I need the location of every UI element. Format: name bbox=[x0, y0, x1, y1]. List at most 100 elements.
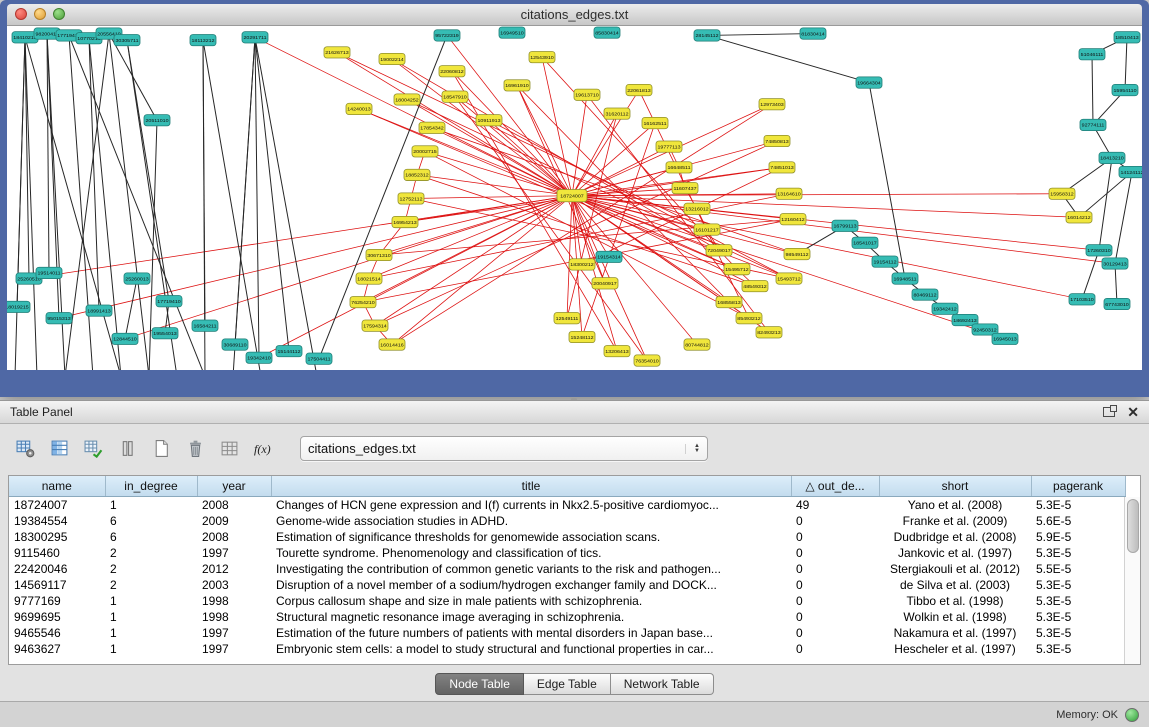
graph-edge[interactable] bbox=[1079, 172, 1132, 217]
graph-edge[interactable] bbox=[319, 35, 447, 358]
column-header-title[interactable]: title bbox=[271, 476, 791, 497]
graph-node[interactable]: 18021514 bbox=[356, 273, 382, 284]
row-height-button[interactable] bbox=[114, 436, 141, 461]
graph-node[interactable]: 80469112 bbox=[912, 289, 938, 300]
graph-node[interactable]: 16949510 bbox=[499, 27, 525, 38]
graph-node[interactable]: 17719410 bbox=[156, 296, 182, 307]
graph-edge[interactable] bbox=[432, 128, 797, 254]
graph-node[interactable]: 95015313 bbox=[46, 313, 72, 324]
graph-edge[interactable] bbox=[125, 279, 137, 339]
graph-edge[interactable] bbox=[572, 196, 617, 352]
graph-edge[interactable] bbox=[1092, 54, 1093, 125]
tab-node-table[interactable]: Node Table bbox=[435, 673, 524, 695]
table-vertical-scrollbar[interactable] bbox=[1124, 497, 1140, 664]
table-row[interactable]: 2242004622012Investigating the contribut… bbox=[9, 561, 1125, 577]
graph-edge[interactable] bbox=[359, 109, 572, 196]
select-columns-button[interactable] bbox=[46, 436, 73, 461]
close-panel-icon[interactable]: ✕ bbox=[1127, 405, 1139, 419]
graph-node[interactable]: 67743010 bbox=[1104, 298, 1130, 309]
graph-node[interactable]: 18413210 bbox=[1099, 152, 1125, 163]
graph-node[interactable]: 16014416 bbox=[379, 339, 405, 350]
graph-node[interactable]: 14240013 bbox=[346, 103, 372, 114]
graph-node[interactable]: 12973403 bbox=[759, 99, 785, 110]
graph-edge[interactable] bbox=[1099, 158, 1112, 250]
graph-node[interactable]: 17504411 bbox=[306, 353, 332, 364]
graph-node[interactable]: 14124112 bbox=[1119, 166, 1142, 177]
network-graph[interactable]: 1872400721626713190022142206081218004252… bbox=[7, 26, 1142, 370]
graph-edge[interactable] bbox=[411, 196, 572, 199]
graph-node[interactable]: 16855813 bbox=[716, 296, 742, 307]
column-header-year[interactable]: year bbox=[197, 476, 271, 497]
graph-edge[interactable] bbox=[25, 37, 37, 370]
column-header-short[interactable]: short bbox=[879, 476, 1031, 497]
delete-table-button[interactable] bbox=[182, 436, 209, 461]
graph-node[interactable]: 17260310 bbox=[1086, 245, 1112, 256]
graph-node[interactable]: 18724007 bbox=[557, 190, 587, 202]
graph-node[interactable]: 82493213 bbox=[756, 327, 782, 338]
graph-node[interactable]: 16954213 bbox=[392, 216, 418, 227]
graph-node[interactable]: 30305711 bbox=[114, 34, 140, 45]
graph-node[interactable]: 16101217 bbox=[694, 224, 720, 235]
graph-edge[interactable] bbox=[375, 196, 572, 326]
graph-edge[interactable] bbox=[109, 34, 157, 121]
graph-edge[interactable] bbox=[17, 37, 25, 307]
edit-table-button[interactable] bbox=[80, 436, 107, 461]
column-header-in-degree[interactable]: in_degree bbox=[105, 476, 197, 497]
tab-network-table[interactable]: Network Table bbox=[611, 673, 714, 695]
graph-node[interactable]: 20511010 bbox=[144, 115, 170, 126]
graph-edge[interactable] bbox=[1115, 172, 1132, 263]
graph-node[interactable]: 74851013 bbox=[769, 162, 795, 173]
graph-node[interactable]: 76354010 bbox=[634, 355, 660, 366]
graph-node[interactable]: 22060812 bbox=[439, 66, 465, 77]
graph-node[interactable]: 19554013 bbox=[152, 328, 178, 339]
graph-node[interactable]: 20291711 bbox=[242, 32, 268, 43]
graph-node[interactable]: 98549112 bbox=[784, 248, 810, 259]
graph-node[interactable]: 18547910 bbox=[442, 91, 468, 102]
graph-node[interactable]: 19514011 bbox=[36, 267, 62, 278]
graph-node[interactable]: 11607437 bbox=[672, 182, 698, 193]
window-titlebar[interactable]: citations_edges.txt bbox=[7, 4, 1142, 26]
new-table-button[interactable] bbox=[148, 436, 175, 461]
graph-node[interactable]: 12543910 bbox=[529, 51, 555, 62]
table-row[interactable]: 1830029562008Estimation of significance … bbox=[9, 529, 1125, 545]
graph-node[interactable]: 21626713 bbox=[324, 47, 350, 58]
column-header-name[interactable]: name bbox=[9, 476, 105, 497]
graph-node[interactable]: 18113212 bbox=[190, 34, 216, 45]
import-table-button[interactable] bbox=[216, 436, 243, 461]
graph-node[interactable]: 16014212 bbox=[1066, 212, 1092, 223]
graph-node[interactable]: 95722319 bbox=[434, 30, 460, 41]
graph-node[interactable]: 15495712 bbox=[724, 264, 750, 275]
graph-node[interactable]: 19154112 bbox=[872, 256, 898, 267]
graph-edge[interactable] bbox=[869, 83, 905, 279]
table-row[interactable]: 946554611997Estimation of the future num… bbox=[9, 625, 1125, 641]
graph-node[interactable]: 16162511 bbox=[642, 117, 668, 128]
table-row[interactable]: 911546021997Tourette syndrome. Phenomeno… bbox=[9, 545, 1125, 561]
graph-edge[interactable] bbox=[25, 37, 29, 278]
graph-node[interactable]: 16584211 bbox=[192, 320, 218, 331]
tab-edge-table[interactable]: Edge Table bbox=[524, 673, 611, 695]
close-window-button[interactable] bbox=[15, 8, 27, 20]
graph-node[interactable]: 12844510 bbox=[112, 333, 138, 344]
graph-node[interactable]: 20002715 bbox=[412, 146, 438, 157]
graph-node[interactable]: 18510413 bbox=[1114, 32, 1140, 43]
graph-node[interactable]: 80744812 bbox=[684, 339, 710, 350]
graph-node[interactable]: 30689110 bbox=[222, 339, 248, 350]
graph-edge[interactable] bbox=[59, 196, 572, 319]
graph-node[interactable]: 85493212 bbox=[736, 313, 762, 324]
table-row[interactable]: 946362711997Embryonic stem cells: a mode… bbox=[9, 641, 1125, 657]
graph-node[interactable]: 10911913 bbox=[476, 115, 502, 126]
graph-node[interactable]: 19342412 bbox=[932, 303, 958, 314]
graph-node[interactable]: 20040917 bbox=[592, 278, 618, 289]
graph-edge[interactable] bbox=[392, 196, 572, 345]
graph-node[interactable]: 16945013 bbox=[992, 333, 1018, 344]
graph-node[interactable]: 31620112 bbox=[604, 108, 630, 119]
table-row[interactable]: 1456911722003Disruption of a novel membe… bbox=[9, 577, 1125, 593]
zoom-window-button[interactable] bbox=[53, 8, 65, 20]
graph-node[interactable]: 19002214 bbox=[379, 53, 405, 64]
graph-node[interactable]: 19664304 bbox=[856, 77, 882, 88]
table-row[interactable]: 969969511998Structural magnetic resonanc… bbox=[9, 609, 1125, 625]
graph-edge[interactable] bbox=[1115, 264, 1117, 305]
graph-node[interactable]: 16648511 bbox=[666, 162, 692, 173]
graph-node[interactable]: 17594314 bbox=[362, 320, 388, 331]
graph-node[interactable]: 19777113 bbox=[656, 141, 682, 152]
